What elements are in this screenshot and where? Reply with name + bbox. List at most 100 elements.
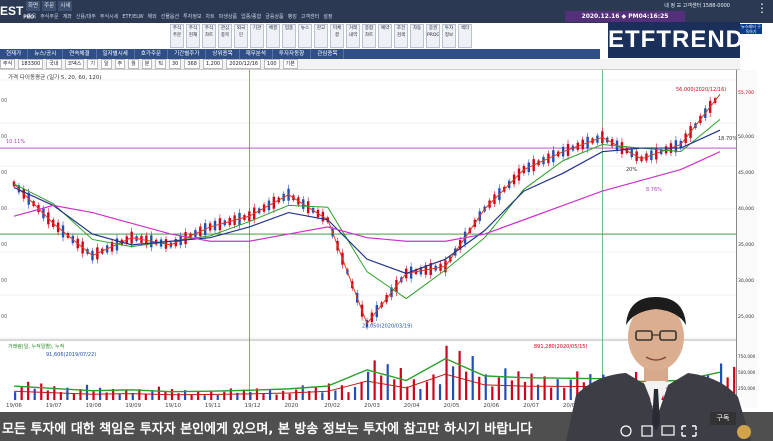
settings-field[interactable]: 기본	[282, 59, 298, 69]
window-tab[interactable]: 현재가	[0, 49, 29, 59]
submenu-item[interactable]: 계좌	[62, 12, 73, 22]
window-tab[interactable]: 뉴스/공시	[28, 49, 64, 59]
channel-avatar-icon[interactable]	[737, 425, 751, 439]
toolbar-button[interactable]: 거래 내역	[346, 24, 360, 48]
settings-field[interactable]: 주식	[0, 59, 16, 69]
submenu-item[interactable]: 파생상품	[218, 12, 238, 22]
volume-bar	[27, 381, 30, 400]
toolbar-button[interactable]: 기관	[250, 24, 264, 48]
volume-bar	[262, 393, 265, 400]
main-menu: 화면 주문 시세	[26, 1, 73, 11]
volume-bar	[321, 392, 324, 400]
volume-bar	[334, 390, 337, 400]
settings-field[interactable]: 코덱스	[64, 59, 85, 69]
miniplayer-icon[interactable]	[641, 425, 653, 437]
settings-field[interactable]: 30	[168, 59, 182, 69]
submenu-item[interactable]: 금융상품	[264, 12, 284, 22]
volume-bar	[386, 364, 389, 400]
settings-field[interactable]: 183300	[18, 59, 44, 69]
settings-field[interactable]: 틱	[155, 59, 166, 69]
submenu-item[interactable]: 투자정보	[182, 12, 202, 22]
x-tick-label: 20/06	[483, 403, 499, 408]
x-tick-label: 20/02	[324, 403, 340, 408]
toolbar-button[interactable]: 미체결	[330, 24, 344, 48]
right-tick-label: 35,000	[738, 242, 754, 248]
settings-field[interactable]: 368	[184, 59, 200, 69]
toolbar-button[interactable]: 섹터	[458, 24, 472, 48]
volume-bar	[360, 381, 363, 400]
submenu-item[interactable]: 뱅킹	[287, 12, 298, 22]
window-tab[interactable]: 관심종목	[311, 49, 345, 59]
submenu-item[interactable]: 종목	[26, 12, 37, 22]
toolbar-button[interactable]: 체결	[266, 24, 280, 48]
left-tick-label: 00	[1, 314, 7, 320]
toolbar-button[interactable]: 주식 주문	[170, 24, 184, 48]
toolbar-button[interactable]: 투자 정보	[442, 24, 456, 48]
settings-field[interactable]: 100	[264, 59, 280, 69]
menu-item-3[interactable]: 시세	[58, 1, 73, 11]
volume-bar	[523, 381, 527, 400]
toolbar-button[interactable]: 뉴스	[298, 24, 312, 48]
submenu-item[interactable]: ETF/ELW	[121, 12, 144, 22]
menu-item-2[interactable]: 주문	[42, 1, 57, 11]
window-tab[interactable]: 호가주문	[135, 49, 169, 59]
settings-field[interactable]: 2020/12/16	[226, 59, 262, 69]
settings-field[interactable]: 일	[100, 59, 112, 69]
window-tab[interactable]: 상위종목	[206, 49, 240, 59]
submenu-item[interactable]: 차트	[205, 12, 216, 22]
subscribe-button[interactable]: 구독	[710, 412, 736, 425]
toolbar-button[interactable]: 조건 검색	[394, 24, 408, 48]
toolbar-button[interactable]: 주식 현재	[186, 24, 200, 48]
right-tick-label: 50,000	[738, 134, 754, 140]
toolbar-button[interactable]: 증권 PROG	[426, 24, 440, 48]
submenu-item[interactable]: 선물옵션	[160, 12, 180, 22]
x-tick-label: 19/12	[245, 403, 261, 408]
brand-logo: ETFTREND	[608, 22, 743, 58]
settings-field[interactable]: 주	[114, 59, 126, 69]
low-price-label: 23,050(2020/03/19)	[362, 324, 412, 330]
subtitle-text: 모든 투자에 대한 책임은 투자자 본인에게 있으며, 본 방송 정보는 투자에…	[2, 422, 533, 437]
fullscreen-icon[interactable]	[681, 425, 697, 437]
volume-bar	[497, 377, 500, 400]
volume-bar	[282, 390, 285, 400]
settings-field[interactable]: 분	[141, 59, 153, 69]
toolbar-button[interactable]: 잔고	[314, 24, 328, 48]
toolbar-button[interactable]: 예약	[378, 24, 392, 48]
submenu-item[interactable]: 신용/대주	[75, 12, 97, 22]
volume-bar	[465, 371, 468, 400]
right-tick-label: 55,700	[738, 90, 754, 96]
toolbar-button[interactable]: 자동	[410, 24, 424, 48]
submenu-item[interactable]: 주식시세	[99, 12, 119, 22]
submenu-item[interactable]: 해외	[147, 12, 158, 22]
more-options-icon[interactable]: ⋮	[756, 2, 768, 16]
window-tab[interactable]: 기간별주가	[168, 49, 207, 59]
submenu-item[interactable]: 업종/종합	[240, 12, 262, 22]
toolbar-button[interactable]: 주식 차트	[202, 24, 216, 48]
left-tick-label: 00	[1, 170, 7, 176]
settings-field[interactable]: 국내	[46, 59, 62, 69]
theater-icon[interactable]	[661, 425, 675, 436]
settings-field[interactable]: 월	[128, 59, 139, 69]
settings-field[interactable]: 기	[87, 59, 98, 69]
volume-bar	[40, 383, 43, 400]
toolbar-button[interactable]: 종합 차트	[362, 24, 376, 48]
right-tick-label: 40,000	[738, 206, 754, 212]
submenu-item[interactable]: 고객센터	[300, 12, 320, 22]
volume-bar	[451, 366, 455, 400]
newsletter-badge[interactable]: 뉴스레터 구독하기	[740, 24, 762, 34]
volume-bar	[223, 391, 226, 400]
submenu-item[interactable]: 설정	[322, 12, 333, 22]
toolbar-button[interactable]: 업종	[282, 24, 296, 48]
window-tab[interactable]: 일자별시세	[97, 49, 135, 59]
volume-bar	[373, 360, 376, 400]
toolbar-button[interactable]: 관심 종목	[218, 24, 232, 48]
toolbar-button[interactable]: 외국인	[234, 24, 248, 48]
submenu-item[interactable]: 주식주문	[39, 12, 59, 22]
chart-settings-bar: 주식 183300 국내 코덱스 기 일 주 월 분 틱 30 368 1,200 2020/12/16 1…	[0, 59, 740, 70]
settings-field[interactable]: 1,200	[202, 59, 224, 69]
window-tab[interactable]: 투자자동향	[273, 49, 312, 59]
settings-gear-icon[interactable]	[620, 425, 632, 437]
window-tab[interactable]: 연속체결	[63, 49, 97, 59]
menu-item-1[interactable]: 화면	[26, 1, 41, 11]
window-tab[interactable]: 재무분석	[240, 49, 273, 59]
